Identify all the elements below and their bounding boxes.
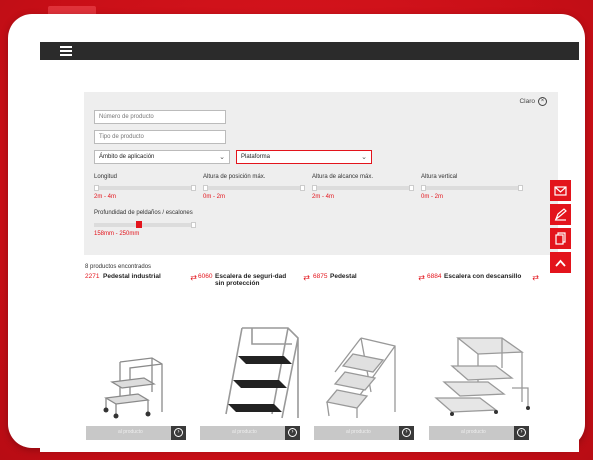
compare-arrows-icon[interactable]: ⇄ — [303, 273, 310, 282]
vertical-height-range: 0m - 2m — [421, 194, 444, 200]
step-depth-slider[interactable] — [94, 221, 196, 228]
reach-height-label: Altura de alcance máx. — [312, 174, 374, 180]
reach-height-slider[interactable] — [312, 185, 414, 191]
platform-select[interactable]: Plataforma ⌄ — [236, 150, 372, 164]
edit-icon — [554, 208, 567, 221]
product-image-safety-ladder[interactable] — [212, 324, 302, 422]
application-select-value: Ámbito de aplicación — [99, 154, 155, 160]
length-label: Longitud — [94, 174, 118, 180]
product-number: 2271 — [85, 273, 100, 280]
position-height-label: Altura de posición máx. — [203, 174, 266, 180]
product-number: 6884 — [427, 273, 442, 280]
product-image-pedestal-industrial[interactable] — [100, 342, 180, 420]
screen: Claro × Número de producto Tipo de produ… — [40, 42, 579, 452]
compare-arrows-icon[interactable]: ⇄ — [190, 273, 197, 282]
slider-max-handle[interactable] — [409, 185, 414, 191]
arrow-circle-icon[interactable]: › — [514, 426, 529, 440]
position-height-slider[interactable] — [203, 185, 305, 191]
quick-action-sidebar — [550, 180, 571, 276]
vertical-height-slider[interactable] — [421, 185, 523, 191]
length-slider[interactable] — [94, 185, 196, 191]
close-circle-icon: × — [538, 97, 547, 106]
chevron-down-icon: ⌄ — [219, 154, 225, 161]
length-range: 2m - 4m — [94, 194, 117, 200]
product-number: 6060 — [198, 273, 213, 280]
slider-max-handle[interactable] — [518, 185, 523, 191]
vertical-height-label: Altura vertical — [421, 174, 458, 180]
application-select[interactable]: Ámbito de aplicación ⌄ — [94, 150, 230, 164]
product-name: Pedestal industrial — [103, 273, 161, 280]
product-image-ladder-landing[interactable] — [432, 332, 532, 422]
arrow-circle-icon[interactable]: › — [285, 426, 300, 440]
compare-arrows-icon[interactable]: ⇄ — [532, 273, 539, 282]
product-image-pedestal[interactable] — [325, 332, 405, 420]
catalog-button[interactable] — [550, 228, 571, 249]
clear-button[interactable]: Claro × — [519, 97, 547, 106]
reach-height-range: 2m - 4m — [312, 194, 335, 200]
slider-max-handle[interactable] — [191, 185, 196, 191]
compare-arrows-icon[interactable]: ⇄ — [418, 273, 425, 282]
scroll-top-button[interactable] — [550, 252, 571, 273]
catalog-icon — [555, 232, 566, 245]
product-name: Escalera de seguri-dad sin protección — [215, 273, 287, 287]
chevron-down-icon: ⌄ — [361, 154, 367, 161]
platform-select-value: Plataforma — [241, 154, 271, 160]
arrow-circle-icon[interactable]: › — [399, 426, 414, 440]
slider-min-handle[interactable] — [312, 185, 317, 191]
clear-label: Claro — [519, 98, 535, 105]
product-name: Escalera con descansillo — [444, 273, 522, 280]
product-button-label: al producto — [461, 429, 486, 435]
step-depth-range: 158mm - 250mm — [94, 231, 140, 237]
slider-min-handle[interactable] — [421, 185, 426, 191]
slider-max-handle[interactable] — [191, 222, 196, 228]
product-number: 6875 — [313, 273, 328, 280]
results-count: 8 productos encontrados — [85, 264, 152, 270]
product-number-input[interactable]: Número de producto — [94, 110, 226, 124]
product-name: Pedestal — [330, 273, 357, 280]
mail-icon — [554, 186, 567, 196]
slider-min-handle[interactable] — [94, 185, 99, 191]
position-height-range: 0m - 2m — [203, 194, 226, 200]
product-type-input[interactable]: Tipo de producto — [94, 130, 226, 144]
arrow-circle-icon[interactable]: › — [171, 426, 186, 440]
product-button-label: al producto — [346, 429, 371, 435]
top-bar — [40, 42, 579, 60]
filter-panel: Claro × Número de producto Tipo de produ… — [84, 92, 558, 255]
product-button-label: al producto — [232, 429, 257, 435]
tablet-frame: Claro × Número de producto Tipo de produ… — [8, 14, 585, 452]
slider-max-handle[interactable] — [300, 185, 305, 191]
edit-button[interactable] — [550, 204, 571, 225]
mail-button[interactable] — [550, 180, 571, 201]
slider-min-handle[interactable] — [203, 185, 208, 191]
menu-icon[interactable] — [60, 46, 72, 56]
chevron-up-icon — [555, 259, 566, 267]
slider-min-handle[interactable] — [136, 221, 142, 228]
product-button-label: al producto — [118, 429, 143, 435]
step-depth-label: Profundidad de peldaños / escalones — [94, 210, 193, 216]
